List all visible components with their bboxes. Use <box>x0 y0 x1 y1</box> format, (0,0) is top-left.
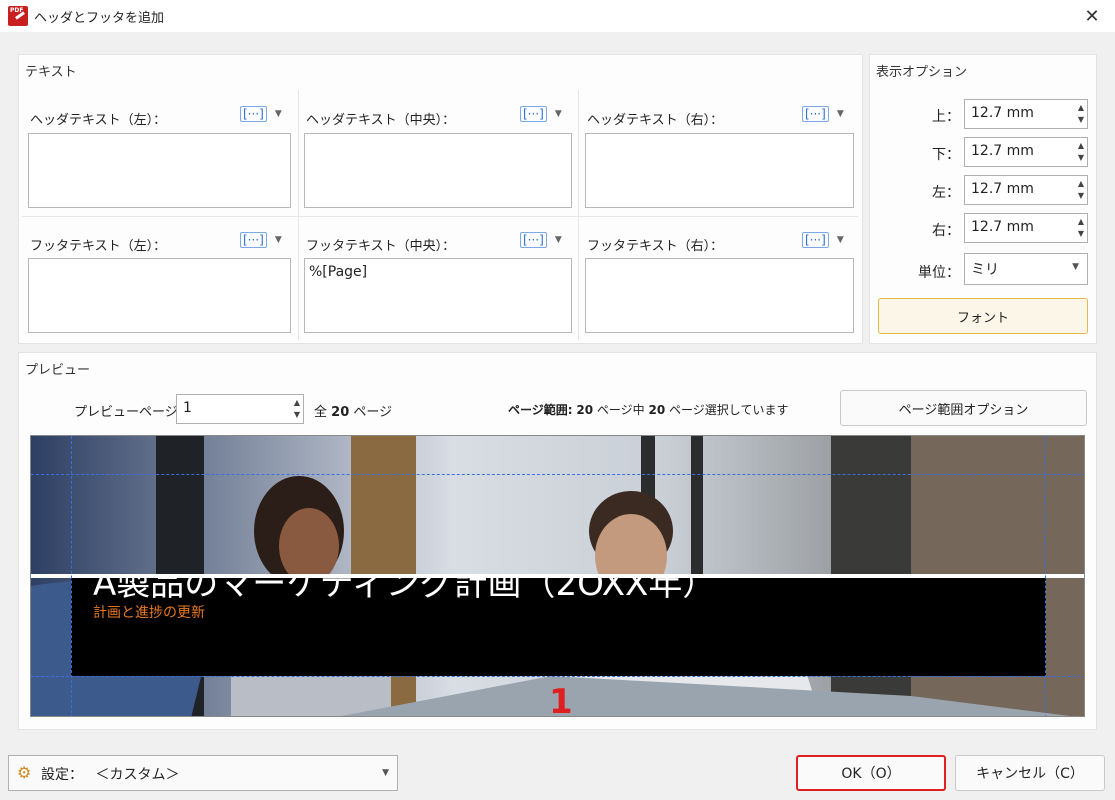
gear-icon: ⚙ <box>17 763 32 782</box>
header-left-input[interactable] <box>28 133 291 208</box>
footer-left-label: フッタテキスト（左）： <box>30 239 167 254</box>
page-range-options-button[interactable]: ページ範囲オプション <box>840 390 1087 426</box>
font-button[interactable]: フォント <box>878 298 1088 334</box>
margin-bottom-label: 下： <box>932 147 960 163</box>
slide-title-band: A製品のマーケティング計画（2OXX年） 計画と進捗の更新 <box>71 576 1046 676</box>
chevron-down-icon: ▼ <box>274 235 282 245</box>
chevron-down-icon: ▼ <box>554 109 562 119</box>
header-left-macro-button[interactable]: [···] ▼ <box>240 103 288 125</box>
display-options-label: 表示オプション <box>876 65 968 80</box>
header-right-macro-button[interactable]: [···] ▼ <box>802 103 850 125</box>
header-center-input[interactable] <box>304 133 572 208</box>
settings-value: ＜カスタム＞ <box>95 767 180 783</box>
app-pdf-icon: PDF <box>8 6 28 26</box>
chevron-down-icon: ▼ <box>274 109 282 119</box>
page-preview: A製品のマーケティング計画（2OXX年） 計画と進捗の更新 1 <box>30 435 1085 717</box>
settings-select[interactable]: ⚙ 設定： ＜カスタム＞ ▼ <box>8 755 398 791</box>
margin-right-label: 右： <box>932 223 960 239</box>
footer-left-input[interactable] <box>28 258 291 333</box>
chevron-down-icon: ▼ <box>1072 262 1079 272</box>
ok-button[interactable]: OK（O） <box>796 755 946 791</box>
divider <box>578 90 579 340</box>
header-right-input[interactable] <box>585 133 854 208</box>
chevron-down-icon: ▼ <box>382 768 389 778</box>
cancel-button[interactable]: キャンセル（C） <box>955 755 1105 791</box>
macro-icon: [···] <box>240 106 267 122</box>
chevron-down-icon: ▼ <box>836 109 844 119</box>
divider <box>22 216 858 217</box>
footer-center-input[interactable]: %[Page] <box>304 258 572 333</box>
spinner-arrows-icon[interactable]: ▲ ▼ <box>1078 216 1084 240</box>
spinner-arrows-icon[interactable]: ▲ ▼ <box>1078 102 1084 126</box>
margin-guide-left <box>71 436 72 716</box>
footer-right-macro-button[interactable]: [···] ▼ <box>802 229 850 251</box>
divider <box>298 90 299 340</box>
close-button[interactable]: ✕ <box>1069 0 1115 32</box>
macro-icon: [···] <box>520 232 547 248</box>
slide-subtitle: 計画と進捗の更新 <box>93 605 205 621</box>
margin-right-spinner[interactable]: 12.7 mm ▲ ▼ <box>964 213 1088 243</box>
page-range-status: ページ範囲: 20 ページ中 20 ページ選択しています <box>508 403 789 417</box>
header-center-macro-button[interactable]: [···] ▼ <box>520 103 568 125</box>
chevron-down-icon: ▼ <box>836 235 844 245</box>
slide-title: A製品のマーケティング計画（2OXX年） <box>93 576 717 604</box>
preview-page-spinner[interactable]: 1 ▲ ▼ <box>176 394 304 424</box>
footer-center-label: フッタテキスト（中央）： <box>306 239 456 254</box>
total-pages-text: 全 20 ページ <box>314 405 393 420</box>
margin-guide-right <box>1045 436 1046 716</box>
macro-icon: [···] <box>520 106 547 122</box>
header-right-label: ヘッダテキスト（右）： <box>587 113 724 128</box>
slide-divider-line <box>31 574 1084 578</box>
margin-left-spinner[interactable]: 12.7 mm ▲ ▼ <box>964 175 1088 205</box>
spinner-arrows-icon[interactable]: ▲ ▼ <box>1078 178 1084 202</box>
footer-right-label: フッタテキスト（右）： <box>587 239 724 254</box>
footer-right-input[interactable] <box>585 258 854 333</box>
window-title: ヘッダとフッタを追加 <box>34 10 165 26</box>
macro-icon: [···] <box>240 232 267 248</box>
margin-guide-bottom <box>31 676 1084 677</box>
margin-left-label: 左： <box>932 185 960 201</box>
unit-label: 単位： <box>918 265 960 281</box>
macro-icon: [···] <box>802 232 829 248</box>
margin-top-label: 上： <box>932 109 960 125</box>
close-icon: ✕ <box>1084 5 1100 27</box>
margin-guide-top <box>31 474 1084 475</box>
margin-top-spinner[interactable]: 12.7 mm ▲ ▼ <box>964 99 1088 129</box>
spinner-arrows-icon[interactable]: ▲ ▼ <box>294 397 300 421</box>
header-center-label: ヘッダテキスト（中央）： <box>306 113 456 128</box>
header-left-label: ヘッダテキスト（左）： <box>30 113 167 128</box>
chevron-down-icon: ▼ <box>554 235 562 245</box>
title-bar: PDF ヘッダとフッタを追加 ✕ <box>0 0 1115 32</box>
text-panel-label: テキスト <box>25 65 77 80</box>
footer-left-macro-button[interactable]: [···] ▼ <box>240 229 288 251</box>
settings-label: 設定： <box>41 767 83 783</box>
margin-bottom-spinner[interactable]: 12.7 mm ▲ ▼ <box>964 137 1088 167</box>
preview-panel-label: プレビュー <box>25 363 91 378</box>
footer-page-number: 1 <box>549 682 573 717</box>
unit-select[interactable]: ミリ ▼ <box>964 253 1088 285</box>
macro-icon: [···] <box>802 106 829 122</box>
preview-page-label: プレビューページ <box>74 405 178 420</box>
spinner-arrows-icon[interactable]: ▲ ▼ <box>1078 140 1084 164</box>
footer-center-macro-button[interactable]: [···] ▼ <box>520 229 568 251</box>
